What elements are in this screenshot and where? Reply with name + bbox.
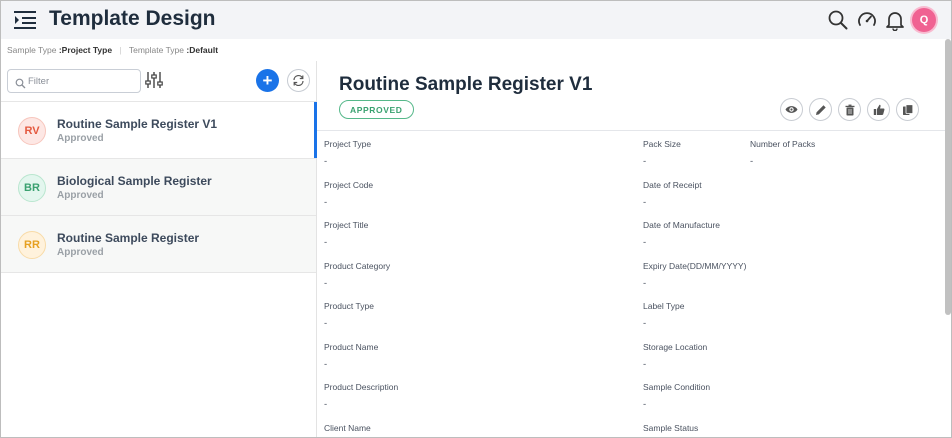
field-value-expiry-date: -: [643, 278, 647, 289]
field-label-product-category: Product Category: [324, 261, 391, 271]
detail-title: Routine Sample Register V1: [339, 74, 593, 95]
field-value-label-type: -: [643, 318, 647, 329]
separator: |: [119, 45, 122, 55]
sample-type-value: :Project Type: [58, 45, 113, 55]
field-label-pack-size: Pack Size: [643, 139, 681, 149]
bell-icon[interactable]: [884, 9, 906, 32]
field-value-number-of-packs: -: [750, 156, 754, 167]
template-list-panel: + RV Routine Sample Register V1 Approved…: [1, 61, 317, 437]
field-label-client-name: Client Name: [324, 423, 371, 433]
field-value-date-of-receipt: -: [643, 197, 647, 208]
list-divider: [1, 272, 316, 273]
approve-button[interactable]: [867, 98, 890, 121]
template-status: Approved: [57, 133, 104, 144]
field-value-project-title: -: [324, 237, 328, 248]
sample-type-label: Sample Type: [7, 45, 57, 55]
field-value-project-type: -: [324, 156, 328, 167]
filter-search-icon: [15, 76, 26, 89]
template-name: Routine Sample Register V1: [57, 117, 218, 131]
top-header: Template Design Q: [1, 1, 951, 39]
search-icon[interactable]: [827, 9, 849, 31]
avatar: RR: [18, 231, 46, 259]
filter-input[interactable]: [28, 73, 136, 89]
field-value-product-description: -: [324, 399, 328, 410]
refresh-icon: [293, 74, 304, 87]
field-label-label-type: Label Type: [643, 301, 685, 311]
field-label-product-description: Product Description: [324, 382, 399, 392]
template-status: Approved: [57, 190, 104, 201]
field-label-product-name: Product Name: [324, 342, 379, 352]
field-label-project-title: Project Title: [324, 220, 369, 230]
breadcrumb: Sample Type :Project Type | Template Typ…: [7, 45, 218, 55]
template-detail-panel: Routine Sample Register V1 APPROVED Proj…: [317, 61, 951, 437]
template-type-label: Template Type: [128, 45, 185, 55]
list-item[interactable]: BR Biological Sample Register Approved: [1, 158, 316, 215]
status-badge: APPROVED: [339, 100, 414, 119]
field-label-project-type: Project Type: [324, 139, 372, 149]
plus-icon: +: [262, 71, 273, 90]
field-label-sample-status: Sample Status: [643, 423, 699, 433]
eye-icon: [785, 106, 798, 113]
field-label-sample-condition: Sample Condition: [643, 382, 711, 392]
field-value-product-name: -: [324, 359, 328, 370]
template-name: Routine Sample Register: [57, 231, 200, 245]
thumbs-up-icon: [873, 104, 884, 115]
field-label-product-type: Product Type: [324, 301, 374, 311]
field-value-pack-size: -: [643, 156, 647, 167]
field-label-number-of-packs: Number of Packs: [750, 139, 816, 149]
copy-icon: [902, 103, 913, 115]
app-window: Template Design Q Sample Type :Project T…: [0, 0, 952, 438]
tune-icon[interactable]: [145, 71, 163, 89]
speedometer-icon[interactable]: [856, 9, 878, 31]
template-list: RV Routine Sample Register V1 Approved B…: [1, 101, 317, 273]
avatar[interactable]: Q: [912, 8, 936, 32]
field-label-expiry-date: Expiry Date(DD/MM/YYYY): [643, 261, 747, 271]
view-button[interactable]: [780, 98, 803, 121]
field-label-date-of-receipt: Date of Receipt: [643, 180, 702, 190]
field-value-project-code: -: [324, 197, 328, 208]
add-template-button[interactable]: +: [256, 69, 279, 92]
page-title: Template Design: [49, 7, 216, 30]
filter-box: [7, 69, 141, 93]
template-name: Biological Sample Register: [57, 174, 212, 188]
field-value-storage-location: -: [643, 359, 647, 370]
menu-icon[interactable]: [13, 9, 37, 31]
avatar: RV: [18, 117, 46, 145]
field-value-date-of-manufacture: -: [643, 237, 647, 248]
delete-button[interactable]: [838, 98, 861, 121]
pencil-icon: [815, 104, 826, 115]
field-label-date-of-manufacture: Date of Manufacture: [643, 220, 721, 230]
list-item[interactable]: RR Routine Sample Register Approved: [1, 215, 316, 272]
field-value-product-category: -: [324, 278, 328, 289]
edit-button[interactable]: [809, 98, 832, 121]
header-divider: [317, 130, 951, 131]
field-value-product-type: -: [324, 318, 328, 329]
trash-icon: [845, 104, 854, 115]
refresh-button[interactable]: [287, 69, 310, 92]
list-item[interactable]: RV Routine Sample Register V1 Approved: [1, 101, 317, 158]
field-label-project-code: Project Code: [324, 180, 374, 190]
scrollbar[interactable]: [945, 39, 951, 315]
template-type-value: :Default: [186, 45, 219, 55]
field-label-storage-location: Storage Location: [643, 342, 708, 352]
copy-button[interactable]: [896, 98, 919, 121]
template-status: Approved: [57, 247, 104, 258]
field-value-sample-condition: -: [643, 399, 647, 410]
avatar: BR: [18, 174, 46, 202]
